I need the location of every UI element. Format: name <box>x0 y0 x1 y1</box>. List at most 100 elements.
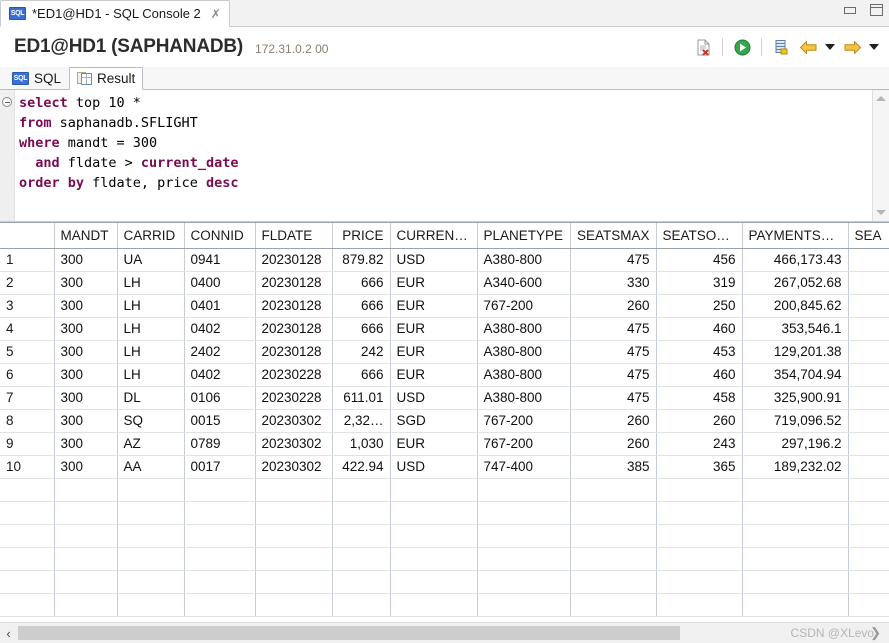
cell-seatsmax_b[interactable] <box>848 455 889 479</box>
cell-fldate[interactable]: 20230302 <box>255 409 333 433</box>
cell-seatsmax[interactable]: 330 <box>570 271 657 295</box>
cell-seatsmax_b[interactable] <box>848 294 889 318</box>
cell-carrid[interactable]: LH <box>117 363 185 387</box>
cell-planetype[interactable]: 767-200 <box>477 294 571 318</box>
cell-mandt[interactable]: 300 <box>54 409 118 433</box>
cell-seatsmax_b[interactable] <box>848 409 889 433</box>
cell-planetype[interactable]: A380-800 <box>477 363 571 387</box>
forward-arrow-icon[interactable] <box>842 37 862 57</box>
cell-seatsmax_b[interactable] <box>848 271 889 295</box>
tab-result[interactable]: Result <box>69 67 144 90</box>
cell-paymentsum[interactable]: 325,900.91 <box>742 386 849 410</box>
cell-carrid[interactable]: AA <box>117 455 185 479</box>
cell-mandt[interactable]: 300 <box>54 432 118 456</box>
cell-price[interactable]: 879.82 <box>332 248 391 272</box>
cell-seatsmax_b[interactable] <box>848 248 889 272</box>
cell-price[interactable]: 666 <box>332 317 391 341</box>
cell-price[interactable]: 422.94 <box>332 455 391 479</box>
scroll-left-icon[interactable]: ‹ <box>0 623 17 643</box>
cell-currency[interactable]: EUR <box>390 271 478 295</box>
table-row[interactable]: 5 300 LH 2402 20230128 242 EUR A380-800 475 453 12… <box>0 340 889 364</box>
cell-fldate[interactable]: 20230128 <box>255 317 333 341</box>
cell-seatsocc[interactable]: 319 <box>656 271 743 295</box>
cell-carrid[interactable]: LH <box>117 317 185 341</box>
cell-mandt[interactable]: 300 <box>54 455 118 479</box>
cell-seatsmax_b[interactable] <box>848 386 889 410</box>
cell-mandt[interactable]: 300 <box>54 271 118 295</box>
cell-seatsocc[interactable]: 456 <box>656 248 743 272</box>
cell-rownum[interactable]: 7 <box>0 386 55 410</box>
cell-seatsocc[interactable]: 453 <box>656 340 743 364</box>
cell-rownum[interactable]: 3 <box>0 294 55 318</box>
cell-mandt[interactable]: 300 <box>54 317 118 341</box>
cell-connid[interactable]: 0015 <box>184 409 256 433</box>
minimize-icon[interactable] <box>844 6 856 14</box>
editor-vertical-scrollbar[interactable] <box>872 90 889 221</box>
cell-rownum[interactable]: 4 <box>0 317 55 341</box>
execute-icon[interactable] <box>732 37 752 57</box>
document-tab-sql-console[interactable]: SQL *ED1@HD1 - SQL Console 2 ✗ <box>0 0 230 27</box>
cell-rownum[interactable]: 5 <box>0 340 55 364</box>
cell-paymentsum[interactable]: 353,546.1 <box>742 317 849 341</box>
cell-connid[interactable]: 0402 <box>184 317 256 341</box>
table-row[interactable]: 7 300 DL 0106 20230228 611.01 USD A380-800 475 45… <box>0 386 889 410</box>
cell-price[interactable]: 666 <box>332 271 391 295</box>
column-header-rownum[interactable] <box>0 223 55 249</box>
cell-carrid[interactable]: LH <box>117 340 185 364</box>
cell-price[interactable]: 666 <box>332 363 391 387</box>
cell-seatsocc[interactable]: 260 <box>656 409 743 433</box>
cell-planetype[interactable]: 747-400 <box>477 455 571 479</box>
cell-fldate[interactable]: 20230228 <box>255 386 333 410</box>
cell-seatsmax[interactable]: 475 <box>570 340 657 364</box>
column-header-paymentsum[interactable]: PAYMENTSUM <box>742 223 849 249</box>
cell-fldate[interactable]: 20230302 <box>255 455 333 479</box>
result-grid[interactable]: MANDT CARRID CONNID FLDATE PRICE CURRENCY PLAN… <box>0 222 889 622</box>
back-dropdown-caret[interactable] <box>825 44 835 50</box>
cell-seatsmax_b[interactable] <box>848 432 889 456</box>
cell-fldate[interactable]: 20230302 <box>255 432 333 456</box>
collapse-icon[interactable] <box>2 97 12 107</box>
cell-currency[interactable]: EUR <box>390 432 478 456</box>
scrollbar-thumb[interactable] <box>18 626 680 640</box>
cell-seatsmax[interactable]: 475 <box>570 317 657 341</box>
cell-currency[interactable]: EUR <box>390 317 478 341</box>
cell-connid[interactable]: 0402 <box>184 363 256 387</box>
cell-carrid[interactable]: UA <box>117 248 185 272</box>
cell-seatsocc[interactable]: 365 <box>656 455 743 479</box>
cell-planetype[interactable]: A340-600 <box>477 271 571 295</box>
table-row[interactable]: 4 300 LH 0402 20230128 666 EUR A380-800 475 460 35… <box>0 317 889 341</box>
cell-paymentsum[interactable]: 189,232.02 <box>742 455 849 479</box>
cell-connid[interactable]: 0017 <box>184 455 256 479</box>
cell-currency[interactable]: SGD <box>390 409 478 433</box>
cell-rownum[interactable]: 6 <box>0 363 55 387</box>
cell-planetype[interactable]: 767-200 <box>477 432 571 456</box>
column-header-fldate[interactable]: FLDATE <box>255 223 333 249</box>
cell-connid[interactable]: 0401 <box>184 294 256 318</box>
cell-fldate[interactable]: 20230128 <box>255 294 333 318</box>
cell-price[interactable]: 666 <box>332 294 391 318</box>
cell-currency[interactable]: EUR <box>390 363 478 387</box>
column-header-seatsmax_b[interactable]: SEA <box>848 223 889 249</box>
cell-planetype[interactable]: A380-800 <box>477 317 571 341</box>
table-row[interactable]: 3 300 LH 0401 20230128 666 EUR 767-200 260 250 200… <box>0 294 889 318</box>
sql-code-text[interactable]: select top 10 * from saphanadb.SFLIGHT whe… <box>15 90 872 221</box>
cell-mandt[interactable]: 300 <box>54 363 118 387</box>
cell-connid[interactable]: 0106 <box>184 386 256 410</box>
cell-carrid[interactable]: LH <box>117 294 185 318</box>
cell-price[interactable]: 2,32… <box>332 409 391 433</box>
cell-seatsmax[interactable]: 260 <box>570 409 657 433</box>
column-header-price[interactable]: PRICE <box>332 223 391 249</box>
column-header-seatsmax[interactable]: SEATSMAX <box>570 223 657 249</box>
tab-sql[interactable]: SQL SQL <box>4 67 69 90</box>
cell-connid[interactable]: 0789 <box>184 432 256 456</box>
cell-fldate[interactable]: 20230128 <box>255 271 333 295</box>
sql-editor[interactable]: select top 10 * from saphanadb.SFLIGHT whe… <box>0 90 889 222</box>
cell-currency[interactable]: USD <box>390 248 478 272</box>
cell-price[interactable]: 1,030 <box>332 432 391 456</box>
table-row[interactable]: 8 300 SQ 0015 20230302 2,32… SGD 767-200 260 260 7… <box>0 409 889 433</box>
cell-mandt[interactable]: 300 <box>54 340 118 364</box>
cell-seatsmax[interactable]: 475 <box>570 386 657 410</box>
cell-paymentsum[interactable]: 267,052.68 <box>742 271 849 295</box>
cell-rownum[interactable]: 8 <box>0 409 55 433</box>
back-arrow-icon[interactable] <box>798 37 818 57</box>
